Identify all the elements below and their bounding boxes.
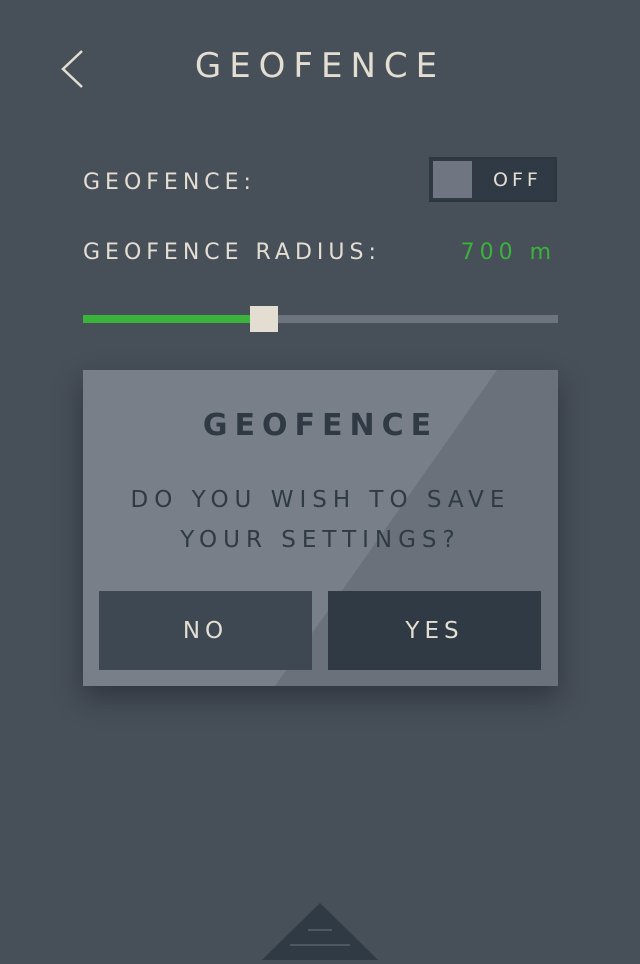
dialog-message: DO YOU WISH TO SAVE YOUR SETTINGS?	[130, 487, 511, 553]
radius-value: 700 m	[460, 240, 556, 265]
yes-button-label: YES	[405, 617, 464, 644]
bottom-drawer-handle[interactable]	[262, 903, 378, 960]
no-button-label: NO	[182, 617, 229, 644]
toggle-state-label: OFF	[493, 169, 542, 191]
yes-button[interactable]: YES	[328, 591, 541, 670]
slider-fill	[83, 315, 264, 323]
geofence-radius-label: GEOFENCE RADIUS:	[83, 240, 381, 265]
toggle-knob	[433, 161, 472, 198]
geofence-toggle[interactable]: OFF	[429, 157, 557, 202]
save-settings-dialog: GEOFENCE DO YOU WISH TO SAVE YOUR SETTIN…	[83, 370, 558, 686]
no-button[interactable]: NO	[99, 591, 312, 670]
drawer-handle-icon	[262, 903, 378, 960]
radius-slider[interactable]	[83, 306, 558, 332]
slider-thumb[interactable]	[249, 306, 278, 332]
page-title: GEOFENCE	[194, 46, 446, 86]
geofence-label: GEOFENCE:	[83, 170, 256, 195]
dialog-title: GEOFENCE	[202, 408, 439, 443]
